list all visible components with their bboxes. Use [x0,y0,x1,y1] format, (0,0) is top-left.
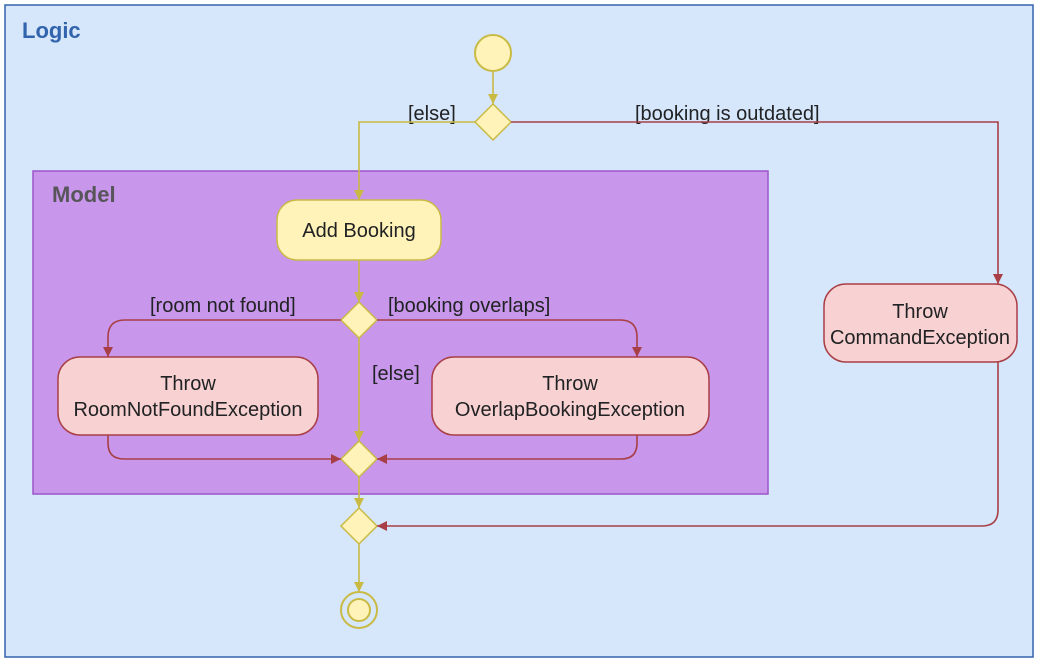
logic-title: Logic [22,18,81,43]
model-title: Model [52,182,116,207]
action-add-booking: Add Booking [277,200,441,260]
initial-node [475,35,511,71]
action-throw-overlap-booking: Throw OverlapBookingException [432,357,709,435]
svg-text:Throw: Throw [892,301,948,323]
svg-text:Throw: Throw [542,373,598,395]
svg-text:Throw: Throw [160,373,216,395]
guard-booking-overlaps: [booking overlaps] [388,295,550,317]
action-throw-command-exception: Throw CommandException [824,284,1017,362]
guard-room-not-found: [room not found] [150,295,296,317]
activity-diagram: Logic Model Add Booking Throw RoomNotFou… [0,0,1038,662]
svg-text:Add Booking: Add Booking [302,220,415,242]
svg-text:OverlapBookingException: OverlapBookingException [455,399,685,421]
svg-text:RoomNotFoundException: RoomNotFoundException [73,399,302,421]
guard-else-mid: [else] [372,363,420,385]
action-throw-room-not-found: Throw RoomNotFoundException [58,357,318,435]
svg-text:CommandException: CommandException [830,327,1010,349]
